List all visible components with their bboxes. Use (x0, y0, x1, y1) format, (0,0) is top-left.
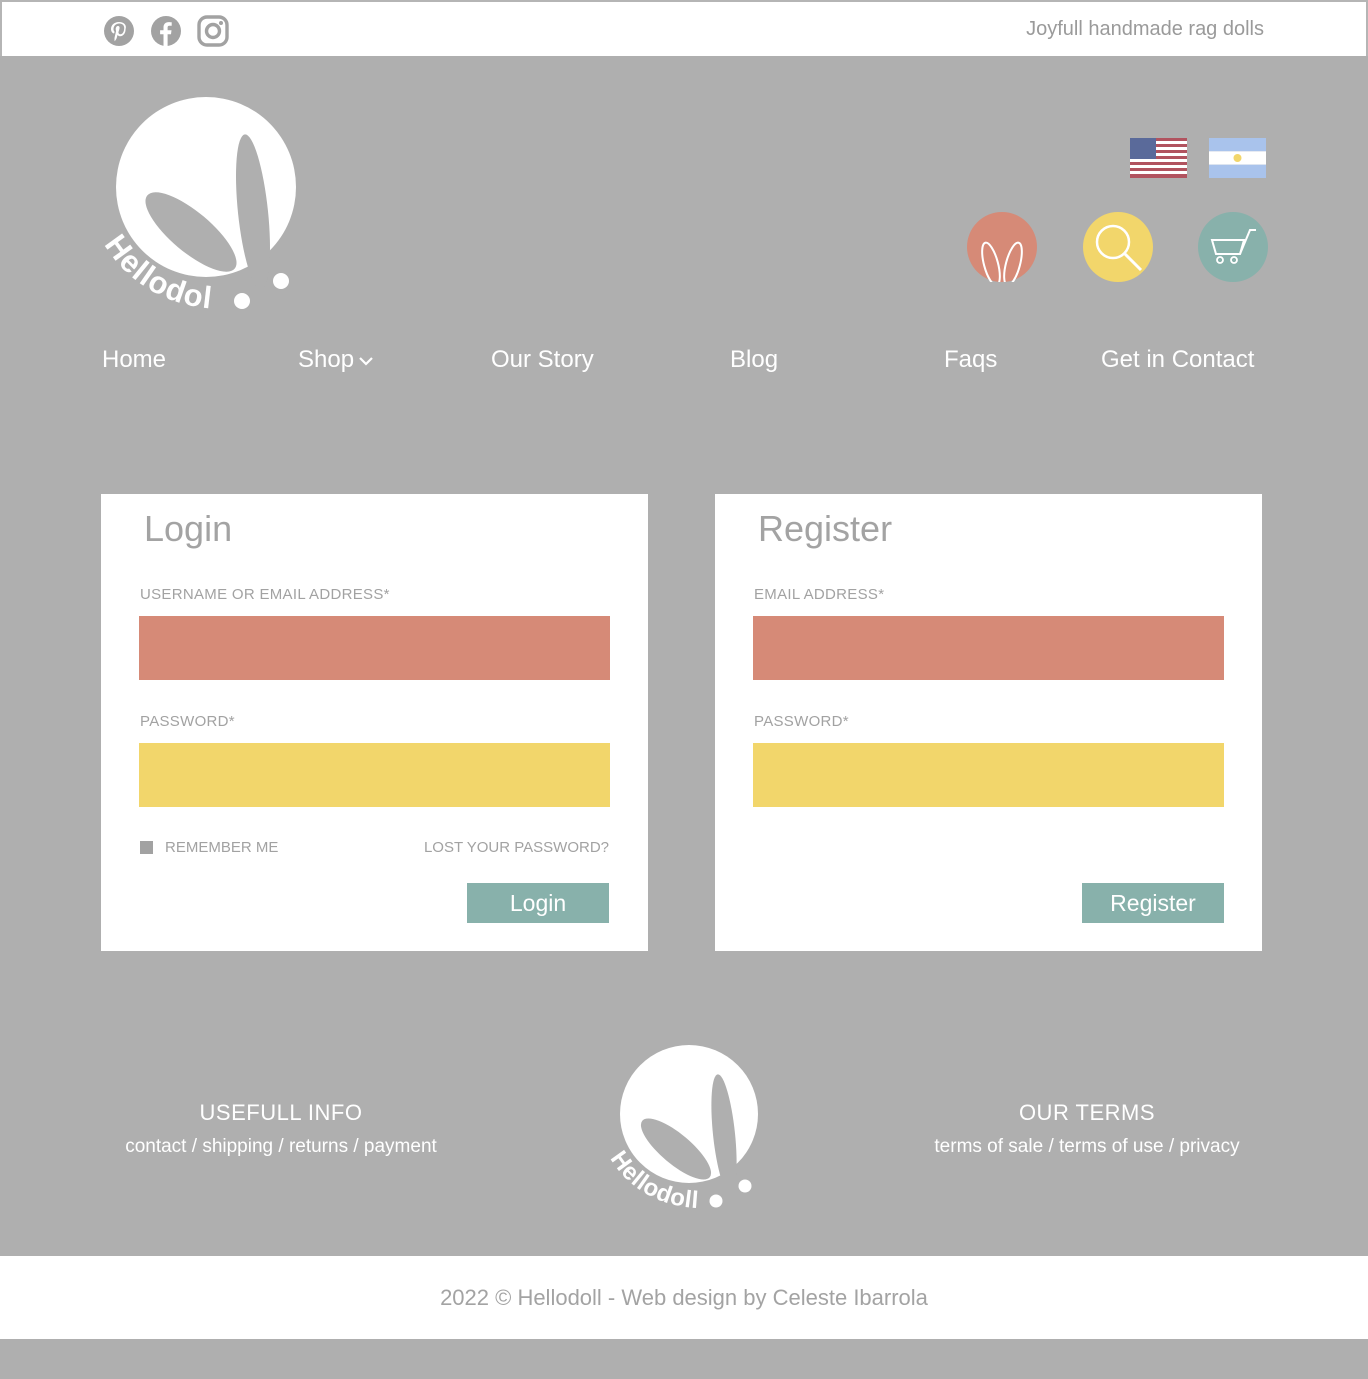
nav-shop[interactable]: Shop (298, 346, 374, 374)
login-title: Login (144, 508, 233, 549)
main-nav: Home Shop Our Story Blog Faqs Get in Con… (0, 346, 1368, 382)
search-button[interactable] (1083, 212, 1153, 282)
login-card: Login USERNAME OR EMAIL ADDRESS* PASSWOR… (101, 494, 648, 951)
footer-link-shipping[interactable]: shipping (202, 1136, 273, 1157)
register-password-input[interactable] (753, 743, 1224, 807)
login-password-label: PASSWORD* (140, 713, 235, 730)
tagline: Joyfull handmade rag dolls (1026, 18, 1264, 40)
language-selector (1130, 138, 1266, 178)
useful-info: USEFULL INFO contact / shipping / return… (97, 1100, 465, 1158)
register-button[interactable]: Register (1082, 883, 1224, 923)
footer-link-terms-of-sale[interactable]: terms of sale (934, 1136, 1043, 1157)
pinterest-icon[interactable] (102, 14, 136, 48)
login-password-input[interactable] (139, 743, 610, 807)
register-title: Register (758, 508, 893, 549)
our-terms-links: terms of sale / terms of use / privacy (908, 1136, 1266, 1158)
username-input[interactable] (139, 616, 610, 680)
footer-link-returns[interactable]: returns (289, 1136, 348, 1157)
cart-button[interactable] (1198, 212, 1268, 282)
footer-link-contact[interactable]: contact (125, 1136, 186, 1157)
separator: / (186, 1136, 203, 1157)
nav-our-story[interactable]: Our Story (491, 346, 594, 374)
footer-link-payment[interactable]: payment (364, 1136, 437, 1157)
nav-blog[interactable]: Blog (730, 346, 778, 374)
username-label: USERNAME OR EMAIL ADDRESS* (140, 586, 390, 603)
separator: / (1163, 1136, 1180, 1157)
remember-me-checkbox[interactable] (140, 841, 153, 854)
our-terms-title: OUR TERMS (1018, 1100, 1156, 1125)
bunny-ears-icon (981, 241, 1023, 282)
nav-home[interactable]: Home (102, 346, 166, 374)
our-terms: OUR TERMS terms of sale / terms of use /… (908, 1100, 1266, 1158)
footer-link-privacy[interactable]: privacy (1179, 1136, 1239, 1157)
useful-info-title: USEFULL INFO (199, 1100, 363, 1125)
argentina-flag[interactable] (1209, 138, 1266, 178)
search-icon (1095, 224, 1143, 272)
cart-icon (1210, 229, 1256, 264)
nav-faqs[interactable]: Faqs (944, 346, 997, 374)
register-card: Register EMAIL ADDRESS* PASSWORD* Regist… (715, 494, 1262, 951)
remember-me-label: REMEMBER ME (165, 839, 279, 856)
copyright: 2022 © Hellodoll - Web design by Celeste… (0, 1256, 1368, 1339)
footer-logo[interactable]: Hellodoll (604, 1044, 764, 1216)
remember-me: REMEMBER ME (140, 839, 278, 856)
useful-info-links: contact / shipping / returns / payment (97, 1136, 465, 1158)
email-label: EMAIL ADDRESS* (754, 586, 885, 603)
email-input[interactable] (753, 616, 1224, 680)
instagram-icon[interactable] (196, 14, 230, 48)
social-links (102, 14, 230, 48)
account-button[interactable] (967, 212, 1037, 282)
chevron-down-icon (359, 356, 373, 366)
nav-shop-label: Shop (298, 346, 355, 373)
separator: / (273, 1136, 289, 1157)
lost-password-link[interactable]: LOST YOUR PASSWORD? (424, 839, 609, 856)
login-button[interactable]: Login (467, 883, 609, 923)
hellodoll-logo[interactable]: Hellodoll (96, 94, 306, 322)
footer-link-terms-of-use[interactable]: terms of use (1059, 1136, 1164, 1157)
register-password-label: PASSWORD* (754, 713, 849, 730)
nav-contact[interactable]: Get in Contact (1101, 346, 1254, 374)
separator: / (1043, 1136, 1060, 1157)
separator: / (348, 1136, 364, 1157)
us-flag[interactable] (1130, 138, 1187, 178)
top-bar: Joyfull handmade rag dolls (0, 0, 1368, 56)
facebook-icon[interactable] (149, 14, 183, 48)
